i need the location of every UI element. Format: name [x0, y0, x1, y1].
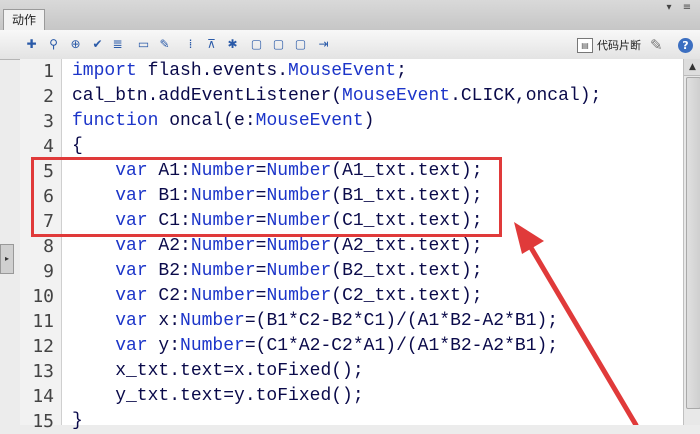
wand-icon[interactable]: ✎: [650, 36, 663, 54]
code-line[interactable]: 11 var x:Number=(B1*C2-B2*C1)/(A1*B2-A2*…: [20, 309, 683, 334]
code-text: var A2:Number=Number(A2_txt.text);: [115, 236, 483, 256]
code-text: {: [72, 136, 83, 156]
find-icon[interactable]: ⚲: [46, 37, 61, 52]
add-script-icon[interactable]: ✚: [24, 37, 39, 52]
panel-collapse-icon[interactable]: ▾: [662, 2, 676, 14]
line-number: 12: [32, 336, 54, 357]
code-text: var B2:Number=Number(B2_txt.text);: [115, 261, 483, 281]
scrollbar-thumb[interactable]: [686, 77, 700, 409]
target-path-icon[interactable]: ⊕: [68, 37, 83, 52]
code-line[interactable]: 12 var y:Number=(C1*A2-C2*A1)/(A1*B2-A2*…: [20, 334, 683, 359]
collapse-braces-icon[interactable]: ⁞: [183, 37, 198, 52]
line-number: 15: [32, 411, 54, 432]
code-line[interactable]: 13 x_txt.text=x.toFixed();: [20, 359, 683, 384]
auto-format-icon[interactable]: ≣: [110, 37, 125, 52]
code-line[interactable]: 3 function oncal(e:MouseEvent): [20, 109, 683, 134]
line-number: 2: [43, 86, 54, 107]
scroll-up-icon[interactable]: ▲: [684, 59, 700, 76]
code-text: var y:Number=(C1*A2-C2*A1)/(A1*B2-A2*B1)…: [115, 336, 559, 356]
code-line[interactable]: 10 var C2:Number=Number(C2_txt.text);: [20, 284, 683, 309]
line-number: 9: [43, 261, 54, 282]
panel-tabbar: 动作 ▾ ≡: [0, 0, 700, 31]
code-text: x_txt.text=x.toFixed();: [72, 361, 364, 381]
code-snippets-button[interactable]: ▤ 代码片断: [577, 37, 641, 53]
line-number: 1: [43, 61, 54, 82]
code-line[interactable]: 14 y_txt.text=y.toFixed();: [20, 384, 683, 409]
debug-options-icon[interactable]: ✎: [157, 37, 172, 52]
vertical-scrollbar[interactable]: ▲: [683, 59, 700, 425]
code-hint-icon[interactable]: ▭: [136, 37, 151, 52]
code-line[interactable]: 9 var B2:Number=Number(B2_txt.text);: [20, 259, 683, 284]
code-snippets-icon: ▤: [577, 37, 593, 53]
code-line[interactable]: 15}: [20, 409, 683, 434]
toolbox-expand-handle[interactable]: ▸: [0, 244, 14, 274]
code-text: cal_btn.addEventListener(MouseEvent.CLIC…: [72, 86, 602, 106]
panel-menu-icon[interactable]: ≡: [680, 2, 694, 14]
code-line[interactable]: 4{: [20, 134, 683, 159]
line-number: 4: [43, 136, 54, 157]
code-text: var C2:Number=Number(C2_txt.text);: [115, 286, 483, 306]
remove-comment-icon[interactable]: ▢: [293, 37, 308, 52]
code-text: }: [72, 411, 83, 431]
code-line[interactable]: 8 var A2:Number=Number(A2_txt.text);: [20, 234, 683, 259]
highlight-box: [31, 157, 502, 237]
show-hide-toolbox-icon[interactable]: ⇥: [316, 37, 331, 52]
code-text: y_txt.text=y.toFixed();: [72, 386, 364, 406]
line-number: 11: [32, 311, 54, 332]
collapse-selection-icon[interactable]: ⊼: [204, 37, 219, 52]
check-syntax-icon[interactable]: ✔: [90, 37, 105, 52]
code-line[interactable]: 2 cal_btn.addEventListener(MouseEvent.CLI…: [20, 84, 683, 109]
panel-controls: ▾ ≡: [662, 2, 694, 14]
line-number: 10: [32, 286, 54, 307]
code-text: import flash.events.MouseEvent;: [72, 61, 407, 81]
actions-toolbar: ✚ ⚲ ⊕ ✔ ≣ ▭ ✎ ⁞ ⊼ ✱ ▢ ▢ ▢ ⇥ ▤ 代码片断 ✎ ?: [0, 30, 700, 60]
expand-all-icon[interactable]: ✱: [225, 37, 240, 52]
line-number: 3: [43, 111, 54, 132]
help-icon[interactable]: ?: [678, 38, 693, 53]
code-line[interactable]: 1 import flash.events.MouseEvent;: [20, 59, 683, 84]
tab-actions[interactable]: 动作: [3, 9, 46, 31]
code-text: var x:Number=(B1*C2-B2*C1)/(A1*B2-A2*B1)…: [115, 311, 559, 331]
line-number: 13: [32, 361, 54, 382]
code-text: function oncal(e:MouseEvent): [72, 111, 375, 131]
apply-block-comment-icon[interactable]: ▢: [249, 37, 264, 52]
code-snippets-label: 代码片断: [597, 39, 641, 52]
line-number: 8: [43, 236, 54, 257]
apply-line-comment-icon[interactable]: ▢: [271, 37, 286, 52]
line-number: 14: [32, 386, 54, 407]
